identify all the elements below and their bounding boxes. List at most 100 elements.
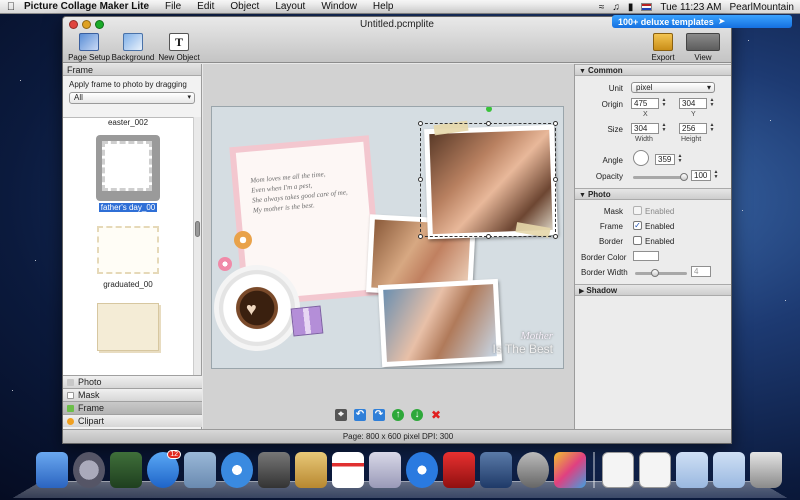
preview-icon[interactable]	[369, 452, 401, 488]
mask-checkbox[interactable]	[633, 206, 642, 215]
launchpad-icon[interactable]	[73, 452, 105, 488]
donut-clipart[interactable]	[218, 257, 232, 271]
menu-app-name[interactable]: Picture Collage Maker Lite	[22, 1, 157, 12]
category-select[interactable]: All ▾	[69, 92, 195, 104]
send-backward-icon[interactable]: ↓	[411, 409, 423, 421]
wifi-icon[interactable]: ≈	[599, 2, 605, 13]
iphoto-icon[interactable]	[480, 452, 512, 488]
new-object-button[interactable]: T New Object	[157, 33, 201, 62]
input-source-flag-icon[interactable]	[641, 3, 653, 11]
photo-reading[interactable]	[377, 278, 503, 368]
stepper-icon[interactable]: ▲ ▼	[709, 123, 715, 134]
scroll-thumb[interactable]	[195, 221, 200, 237]
thumbnail-scrollbar[interactable]	[193, 117, 201, 375]
redo-icon[interactable]: ↷	[373, 409, 385, 421]
thumbnail-next[interactable]	[97, 303, 159, 351]
border-checkbox[interactable]	[633, 236, 642, 245]
calendar-icon[interactable]	[332, 452, 364, 488]
opacity-input[interactable]: 100	[691, 170, 711, 181]
page-setup-button[interactable]: Page Setup	[67, 33, 111, 62]
menu-edit[interactable]: Edit	[189, 1, 222, 12]
section-mask[interactable]: Mask	[63, 388, 202, 401]
export-button[interactable]: Export	[641, 33, 685, 62]
apple-menu-icon[interactable]: 	[0, 1, 22, 13]
border-width-slider[interactable]	[635, 272, 687, 275]
section-photo[interactable]: Photo	[63, 375, 202, 388]
origin-x-input[interactable]: 475	[631, 98, 659, 109]
thumbnail-graduated[interactable]	[97, 226, 159, 274]
itunes-icon[interactable]	[406, 452, 438, 488]
image-capture-icon[interactable]	[110, 452, 142, 488]
thumbnail-fathers-day[interactable]	[96, 135, 160, 201]
document-icon[interactable]	[602, 452, 634, 488]
frame-thumbnail-list[interactable]: easter_002 father's day_00 graduated_00	[63, 117, 193, 375]
gift-box-clipart[interactable]	[290, 305, 324, 337]
rotate-handle[interactable]	[486, 107, 492, 112]
undo-icon[interactable]: ↶	[354, 409, 366, 421]
stepper-icon[interactable]: ▲ ▼	[661, 123, 667, 134]
shadow-section-header[interactable]: ▶ Shadow	[575, 284, 731, 296]
section-frame[interactable]: Frame	[63, 401, 202, 414]
menu-clock[interactable]: Tue 11:23 AM	[660, 2, 721, 13]
resize-handle[interactable]	[486, 121, 491, 126]
photo-booth-icon[interactable]	[443, 452, 475, 488]
stepper-icon[interactable]: ▲ ▼	[713, 170, 719, 181]
window-thumbnail-icon[interactable]	[713, 452, 745, 488]
background-button[interactable]: Background	[111, 33, 155, 62]
resize-handle[interactable]	[418, 177, 423, 182]
unit-select[interactable]: pixel ▾	[631, 82, 715, 93]
border-width-knob[interactable]	[651, 269, 659, 277]
delete-icon[interactable]: ✖	[430, 409, 442, 421]
menu-help[interactable]: Help	[365, 1, 402, 12]
system-preferences-icon[interactable]	[517, 452, 549, 488]
resize-handle[interactable]	[486, 234, 491, 239]
section-clipart[interactable]: Clipart	[63, 414, 202, 427]
safari-icon[interactable]	[221, 452, 253, 488]
app-store-icon[interactable]: 12	[147, 450, 181, 488]
angle-dial[interactable]	[633, 150, 649, 166]
resize-handle[interactable]	[553, 121, 558, 126]
menu-layout[interactable]: Layout	[267, 1, 313, 12]
volume-icon[interactable]: ♫	[612, 2, 620, 13]
menu-user[interactable]: PearlMountain	[730, 2, 794, 13]
crop-icon[interactable]: ⌖	[335, 409, 347, 421]
mail-icon[interactable]	[184, 452, 216, 488]
photo-section-header[interactable]: ▼ Photo	[575, 188, 731, 200]
coffee-cup-clipart[interactable]	[214, 265, 300, 351]
stepper-icon[interactable]: ▲ ▼	[709, 98, 715, 109]
view-button[interactable]: View	[681, 33, 725, 62]
caption-text[interactable]: Mother Is The Best	[493, 330, 553, 356]
origin-y-input[interactable]: 304	[679, 98, 707, 109]
height-input[interactable]: 256	[679, 123, 707, 134]
collage-canvas[interactable]: Mom loves me all the time, Even when I'm…	[211, 106, 564, 369]
angle-input[interactable]: 359	[655, 154, 675, 165]
resize-handle[interactable]	[553, 177, 558, 182]
border-width-input[interactable]: 4	[691, 266, 711, 277]
deluxe-templates-button[interactable]: 100+ deluxe templates ➤	[612, 15, 792, 28]
width-input[interactable]: 304	[631, 123, 659, 134]
menu-object[interactable]: Object	[222, 1, 267, 12]
frame-checkbox[interactable]: ✓	[633, 221, 642, 230]
finder-icon[interactable]	[36, 452, 68, 488]
facetime-icon[interactable]	[258, 452, 290, 488]
border-color-swatch[interactable]	[633, 251, 659, 261]
menu-window[interactable]: Window	[313, 1, 365, 12]
trash-icon[interactable]	[750, 452, 782, 488]
donut-clipart[interactable]	[234, 231, 252, 249]
selection-box[interactable]	[420, 123, 556, 237]
picture-collage-maker-icon[interactable]	[554, 452, 586, 488]
opacity-slider-knob[interactable]	[680, 173, 688, 181]
opacity-slider[interactable]	[633, 176, 687, 179]
menu-file[interactable]: File	[157, 1, 189, 12]
stepper-icon[interactable]: ▲ ▼	[661, 98, 667, 109]
address-book-icon[interactable]	[295, 452, 327, 488]
resize-handle[interactable]	[553, 234, 558, 239]
bring-forward-icon[interactable]: ↑	[392, 409, 404, 421]
document-icon[interactable]	[639, 452, 671, 488]
common-section-header[interactable]: ▼ Common	[575, 64, 731, 76]
battery-icon[interactable]: ▮	[628, 2, 634, 13]
resize-handle[interactable]	[418, 121, 423, 126]
stepper-icon[interactable]: ▲ ▼	[677, 154, 683, 165]
window-thumbnail-icon[interactable]	[676, 452, 708, 488]
resize-handle[interactable]	[418, 234, 423, 239]
